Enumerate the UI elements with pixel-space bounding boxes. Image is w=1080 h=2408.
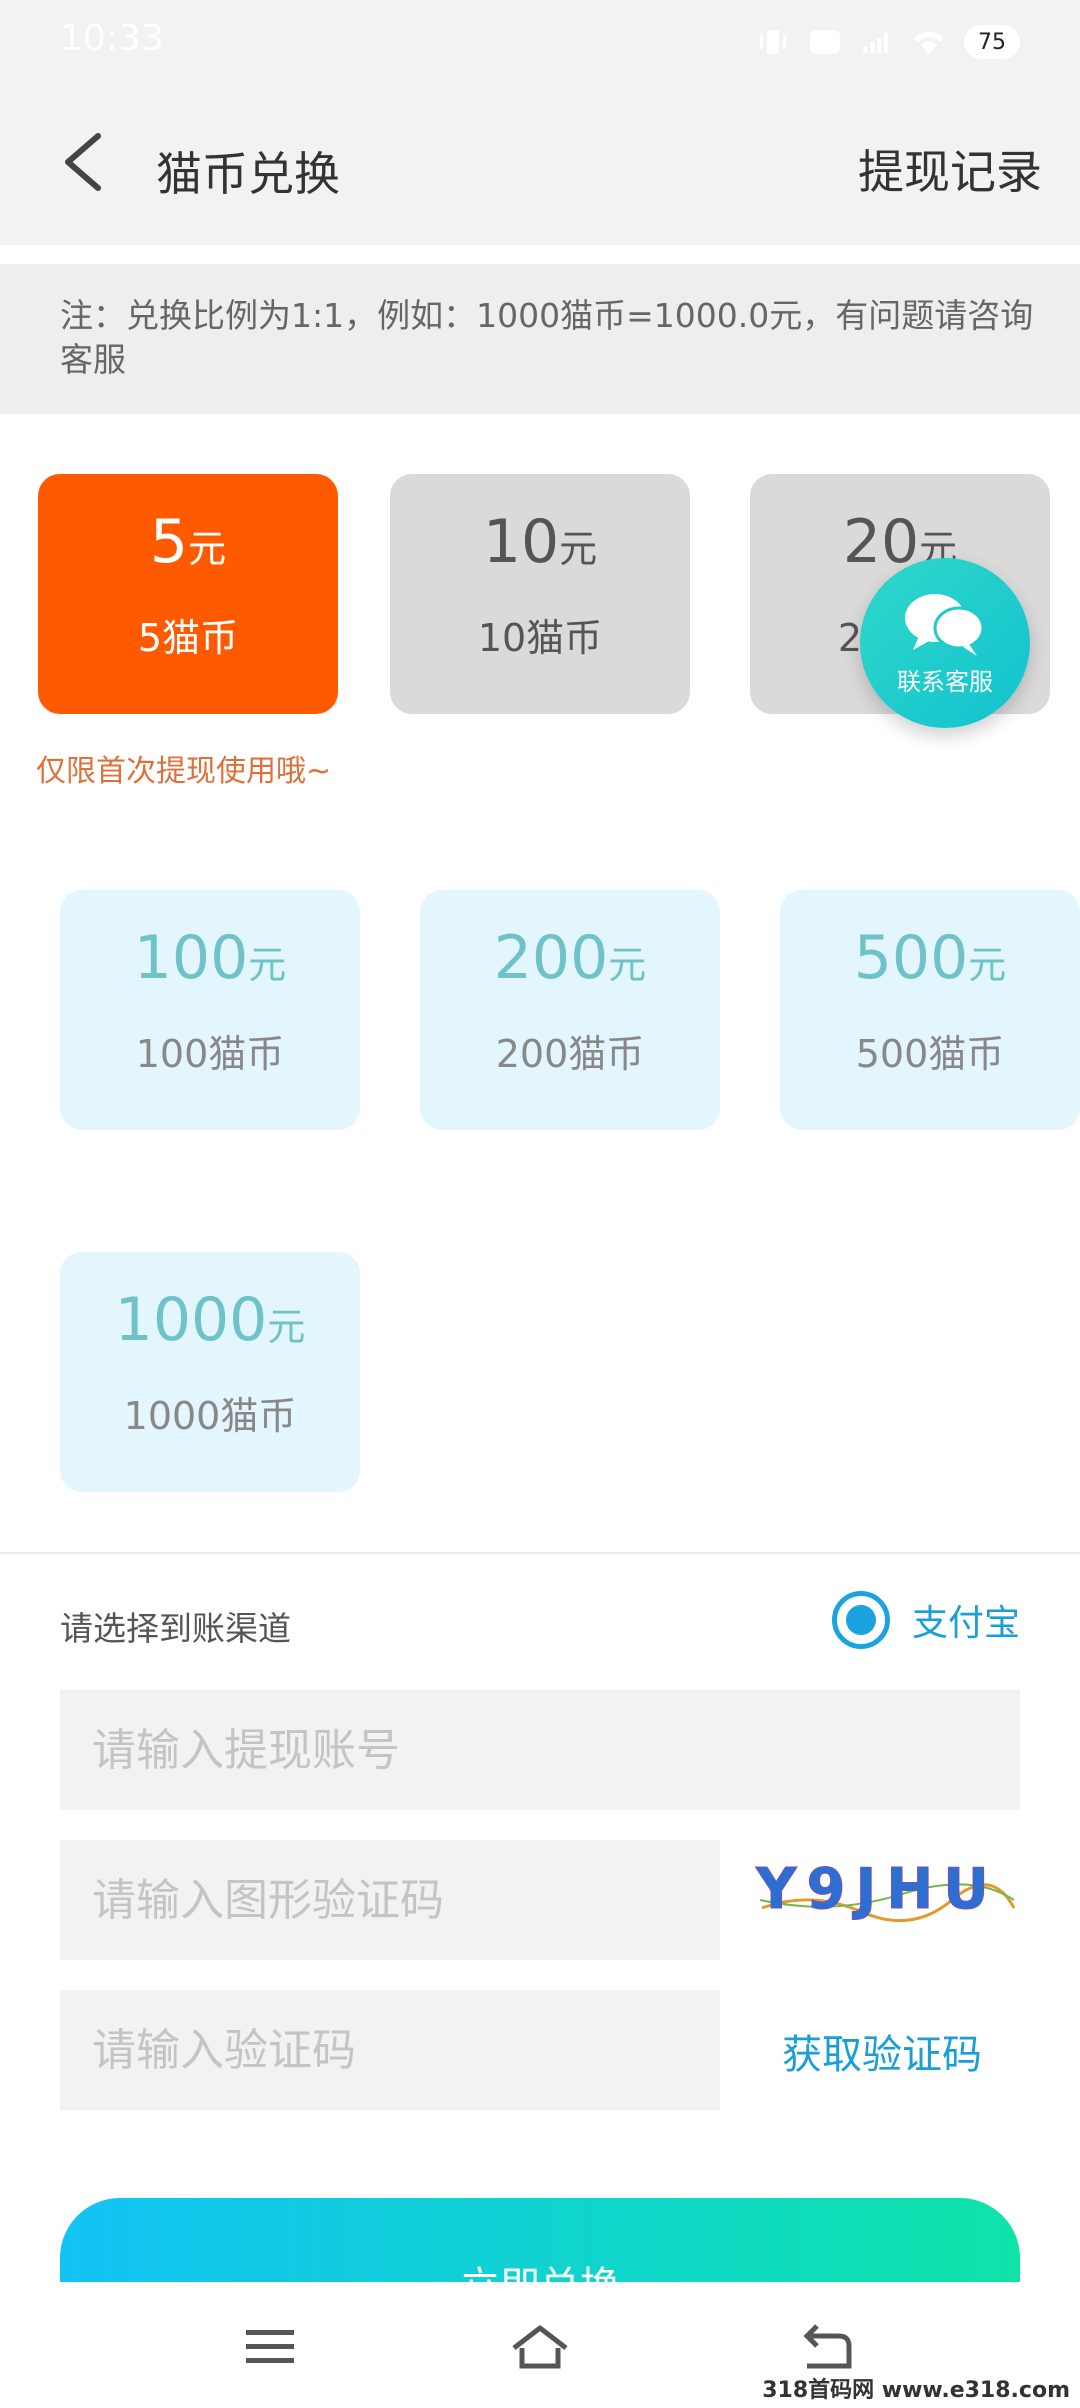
back-nav-icon[interactable] [795, 2322, 855, 2372]
status-time: 10:33 [60, 18, 164, 59]
account-input[interactable] [60, 1690, 1020, 1810]
exchange-notice: 注：兑换比例为1:1，例如：1000猫币=1000.0元，有问题请咨询客服 [0, 264, 1080, 414]
option-card-500[interactable]: 500元 500猫币 [780, 890, 1080, 1130]
first-withdraw-note: 仅限首次提现使用哦~ [36, 754, 332, 789]
option-card-1000[interactable]: 1000元 1000猫币 [60, 1252, 360, 1492]
hd-icon [810, 30, 840, 54]
option-amount: 500元 [853, 923, 1007, 993]
option-coins: 1000猫币 [123, 1394, 297, 1438]
watermark: 318首码网 www.e318.com [762, 2378, 1070, 2403]
channel-label: 请选择到账渠道 [60, 1609, 291, 1648]
option-coins: 10猫币 [477, 616, 603, 660]
signal-icon [863, 32, 889, 54]
captcha-input[interactable] [60, 1840, 720, 1960]
captcha-text: Y9JHU [755, 1857, 999, 1922]
option-amount: 10元 [482, 507, 598, 577]
contact-service-label: 联系客服 [897, 667, 993, 696]
option-card-200[interactable]: 200元 200猫币 [420, 890, 720, 1130]
status-bar: 10:33 75 [0, 0, 1080, 80]
sms-code-input[interactable] [60, 1990, 720, 2110]
contact-service-button[interactable]: 联系客服 [860, 558, 1030, 728]
option-coins: 500猫币 [855, 1032, 1005, 1076]
vibrate-icon [760, 30, 786, 54]
channel-option-alipay[interactable]: 支付宝 [831, 1590, 1020, 1650]
option-coins: 200猫币 [495, 1032, 645, 1076]
page-title: 猫币兑换 [156, 147, 340, 201]
header: 猫币兑换 提现记录 [0, 80, 1080, 245]
get-code-button[interactable]: 获取验证码 [782, 2022, 982, 2080]
system-nav-bar: 318首码网 www.e318.com [0, 2282, 1080, 2408]
page: 10:33 75 猫币兑换 提现记录 注：兑换比例为1:1，例如：1000猫币=… [0, 0, 1080, 2408]
back-arrow-icon[interactable] [58, 130, 108, 194]
option-card-10[interactable]: 10元 10猫币 [390, 474, 690, 714]
option-card-100[interactable]: 100元 100猫币 [60, 890, 360, 1130]
option-coins: 100猫币 [135, 1032, 285, 1076]
status-icons: 75 [756, 22, 1020, 62]
section-divider [0, 1552, 1080, 1554]
captcha-image[interactable]: Y9JHU [752, 1850, 1022, 1930]
wifi-icon [914, 31, 944, 54]
battery-indicator: 75 [964, 25, 1020, 59]
option-amount: 1000元 [114, 1285, 306, 1355]
radio-selected-icon[interactable] [831, 1591, 890, 1649]
option-amount: 5元 [149, 507, 227, 577]
option-coins: 5猫币 [137, 616, 239, 660]
option-amount: 200元 [493, 923, 647, 993]
channel-name: 支付宝 [911, 1603, 1020, 1644]
chat-bubbles-icon [905, 593, 985, 656]
option-amount: 100元 [133, 923, 287, 993]
option-card-5[interactable]: 5元 5猫币 [38, 474, 338, 714]
withdraw-history-link[interactable]: 提现记录 [858, 136, 1042, 202]
menu-icon[interactable] [240, 2322, 300, 2372]
home-icon[interactable] [510, 2322, 570, 2372]
